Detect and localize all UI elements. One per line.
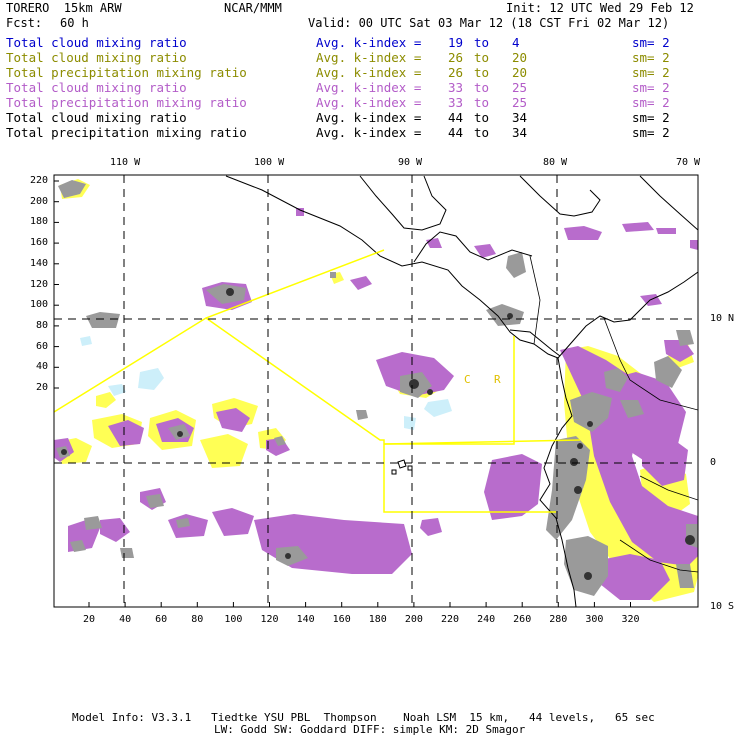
top-lon-label: 110 W	[110, 157, 141, 168]
left-tick-label: 160	[29, 237, 48, 249]
right-lat-label: 10 S	[710, 601, 735, 612]
bottom-tick-label: 240	[477, 614, 496, 625]
bottom-tick-label: 20	[82, 614, 96, 625]
top-lon-label: 90 W	[398, 157, 423, 168]
bottom-tick-label: 160	[332, 614, 351, 625]
bottom-tick-label: 120	[260, 614, 279, 625]
bottom-tick-label: 200	[404, 614, 423, 625]
map-plot	[53, 174, 699, 608]
bottom-tick-label: 60	[155, 614, 168, 625]
bottom-tick-label: 140	[296, 614, 315, 625]
bottom-tick-label: 100	[224, 614, 243, 625]
left-tick-label: 180	[29, 216, 48, 228]
bottom-tick-label: 40	[119, 614, 132, 625]
left-tick-label: 80	[35, 319, 48, 331]
left-tick-label: 40	[35, 361, 48, 373]
left-tick-label: 100	[29, 299, 48, 311]
bottom-tick-label: 260	[513, 614, 532, 625]
region-label-r: R	[494, 373, 501, 386]
top-lon-label: 80 W	[543, 157, 568, 168]
right-lat-label: 10 N	[710, 313, 735, 324]
region-label-c: C	[464, 373, 471, 386]
bottom-tick-label: 180	[368, 614, 387, 625]
top-lon-label: 70 W	[676, 157, 701, 168]
left-tick-label: 120	[29, 278, 48, 290]
left-tick-label: 60	[35, 340, 48, 352]
bottom-tick-label: 80	[191, 614, 204, 625]
bottom-tick-label: 280	[549, 614, 568, 625]
right-lat-label: 0	[710, 457, 717, 468]
bottom-tick-label: 220	[440, 614, 460, 625]
bottom-tick-label: 320	[621, 614, 640, 625]
left-tick-label: 200	[29, 195, 48, 207]
left-tick-label: 20	[35, 382, 48, 393]
footer-physics: LW: Godd SW: Goddard DIFF: simple KM: 2D…	[214, 723, 526, 736]
top-lon-label: 100 W	[254, 157, 285, 168]
left-tick-label: 140	[29, 257, 48, 269]
left-tick-label: 220	[29, 175, 48, 186]
bottom-tick-label: 300	[585, 614, 604, 625]
